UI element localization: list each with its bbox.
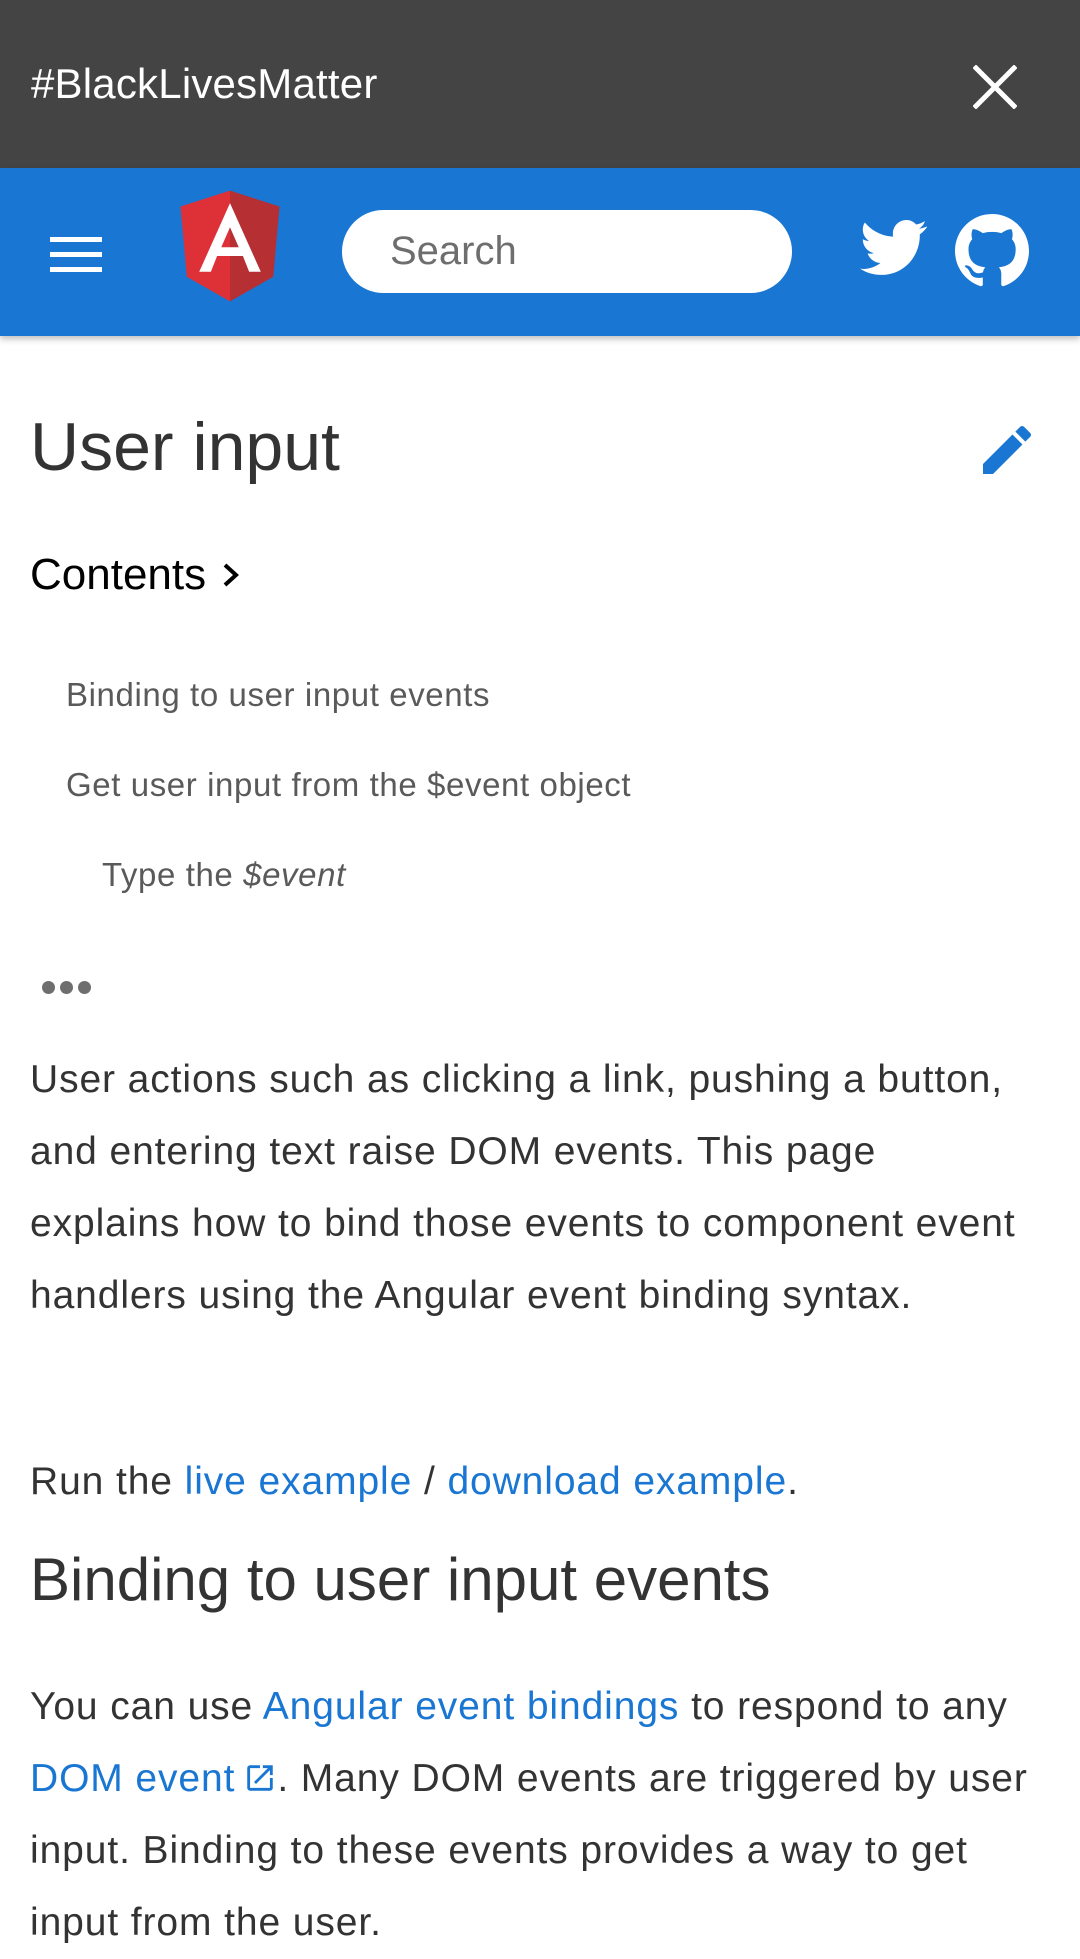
page-title: User input xyxy=(30,409,340,485)
twitter-icon xyxy=(860,219,927,275)
download-example-link[interactable]: download example xyxy=(447,1460,787,1503)
intro-paragraph: User actions such as clicking a link, pu… xyxy=(30,1058,1016,1317)
separator: / xyxy=(412,1460,448,1503)
github-link[interactable] xyxy=(955,214,1029,288)
search-input[interactable] xyxy=(342,210,792,293)
edit-page-button[interactable] xyxy=(975,418,1039,482)
contents-label: Contents xyxy=(30,550,207,599)
hamburger-menu-icon xyxy=(50,237,102,242)
pencil-edit-icon xyxy=(983,425,1032,474)
twitter-link[interactable] xyxy=(860,218,928,278)
more-dot xyxy=(60,981,73,994)
toc-item[interactable]: Type the $event xyxy=(102,853,346,897)
toc-item[interactable]: Binding to user input events xyxy=(66,673,490,717)
run-example-paragraph: Run the live example / download example. xyxy=(30,1446,1050,1518)
toc-more-button[interactable] xyxy=(38,972,96,1002)
banner-text: #BlackLivesMatter xyxy=(31,60,378,107)
announcement-banner: #BlackLivesMatter xyxy=(0,0,1080,168)
angular-event-bindings-link[interactable]: Angular event bindings xyxy=(263,1685,680,1728)
hamburger-line xyxy=(50,252,102,257)
external-link-icon xyxy=(247,1765,274,1791)
section-text-prefix: You can use xyxy=(30,1685,263,1728)
toc-item-label-prefix: Type the xyxy=(102,856,244,893)
toc-item[interactable]: Get user input from the $event object xyxy=(66,763,631,807)
hamburger-line xyxy=(50,267,102,272)
toc-item-label-em: $event xyxy=(243,856,346,893)
section-text-mid: to respond to any xyxy=(679,1685,1008,1728)
dom-event-link-label: DOM event xyxy=(30,1757,236,1800)
more-horiz-icon xyxy=(42,981,55,994)
live-example-link[interactable]: live example xyxy=(185,1460,413,1503)
menu-button[interactable] xyxy=(40,225,116,287)
contents-toggle[interactable]: Contents xyxy=(30,545,244,605)
angular-logo[interactable] xyxy=(178,190,282,302)
more-dot xyxy=(78,981,91,994)
section-heading: Binding to user input events xyxy=(30,1546,771,1613)
dom-event-link[interactable]: DOM event xyxy=(30,1757,277,1800)
toc-item-label: Binding to user input events xyxy=(66,676,491,713)
section-paragraph: You can use Angular event bindings to re… xyxy=(30,1671,1040,1959)
run-prefix: Run the xyxy=(30,1460,185,1503)
run-suffix: . xyxy=(787,1460,799,1503)
close-icon xyxy=(973,65,1017,109)
github-icon xyxy=(955,214,1029,287)
chevron-right-icon xyxy=(223,563,240,587)
banner-close-button[interactable] xyxy=(962,58,1030,116)
toc-item-label: Get user input from the $event object xyxy=(66,766,632,803)
